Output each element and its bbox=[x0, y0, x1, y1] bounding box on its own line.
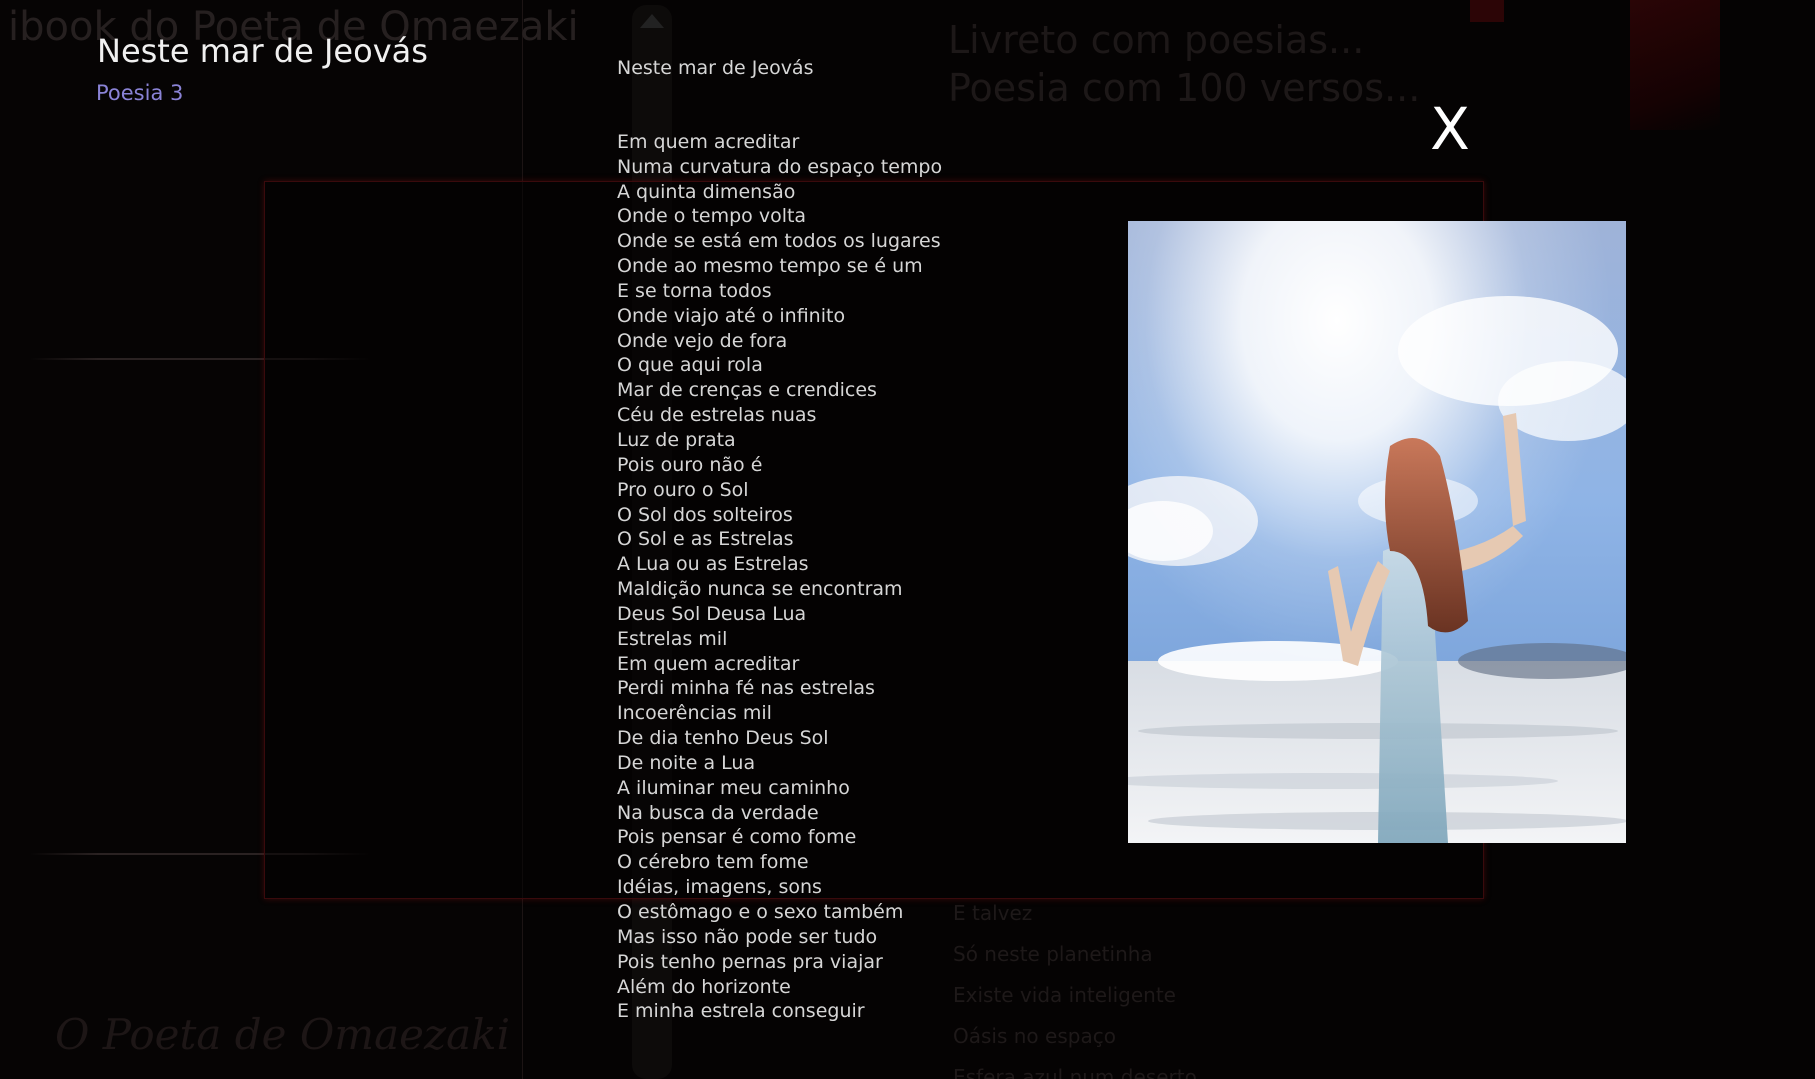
poem-line: Mas isso não pode ser tudo bbox=[617, 925, 878, 948]
page-title: Neste mar de Jeovás bbox=[97, 32, 428, 70]
scroll-up-arrow-icon bbox=[640, 14, 664, 28]
close-button[interactable]: X bbox=[1422, 98, 1478, 160]
poem-line: Deus Sol Deusa Lua bbox=[617, 602, 807, 625]
poem-line: Onde viajo até o infinito bbox=[617, 304, 846, 327]
poem-line: O cérebro tem fome bbox=[617, 851, 809, 874]
background-verse: Esfera azul num deserto bbox=[953, 1065, 1197, 1079]
poem-heading: Neste mar de Jeovás bbox=[617, 57, 814, 79]
poem-line: Perdi minha fé nas estrelas bbox=[617, 677, 875, 700]
poem-lines: Em quem acreditar Numa curvatura do espa… bbox=[617, 130, 1037, 1024]
poem-line: Onde ao mesmo tempo se é um bbox=[617, 255, 923, 278]
poem-line: De noite a Lua bbox=[617, 751, 756, 774]
poem-line: A quinta dimensão bbox=[617, 180, 796, 203]
poem-line: Onde vejo de fora bbox=[617, 329, 788, 352]
poem-line: Idéias, imagens, sons bbox=[617, 876, 822, 899]
poem-line: Em quem acreditar bbox=[617, 130, 800, 153]
poem-line: E se torna todos bbox=[617, 279, 772, 302]
poem-number-label: Poesia 3 bbox=[96, 81, 184, 105]
poem-line: O Sol e as Estrelas bbox=[617, 528, 794, 551]
background-red-artwork bbox=[1470, 0, 1504, 22]
poem-line: Além do horizonte bbox=[617, 975, 791, 998]
background-signature: O Poeta de Omaezaki bbox=[55, 1010, 511, 1059]
poem-line: Incoerências mil bbox=[617, 702, 772, 725]
poem-line: Na busca da verdade bbox=[617, 801, 819, 824]
poem-line: Céu de estrelas nuas bbox=[617, 404, 817, 427]
poem-line: A Lua ou as Estrelas bbox=[617, 553, 809, 576]
poem-line: A iluminar meu caminho bbox=[617, 776, 850, 799]
background-red-artwork bbox=[1630, 0, 1720, 130]
poem-line: Maldição nunca se encontram bbox=[617, 578, 903, 601]
poem-line: Estrelas mil bbox=[617, 627, 728, 650]
poem-line: Pro ouro o Sol bbox=[617, 478, 749, 501]
poem-line: Numa curvatura do espaço tempo bbox=[617, 155, 943, 178]
poem-line: O estômago e o sexo também bbox=[617, 901, 904, 923]
poem-line: Pois tenho pernas pra viajar bbox=[617, 950, 883, 973]
poem-illustration bbox=[1128, 221, 1626, 843]
poem-line: Pois pensar é como fome bbox=[617, 826, 857, 849]
poem-line: Luz de prata bbox=[617, 428, 736, 451]
poem-line: Em quem acreditar bbox=[617, 652, 800, 675]
poem-line: Onde o tempo volta bbox=[617, 205, 807, 228]
poem-line: O que aqui rola bbox=[617, 354, 763, 377]
poem-line: O Sol dos solteiros bbox=[617, 503, 793, 526]
poem-body: Neste mar de Jeovás Em quem acreditar Nu… bbox=[617, 56, 1037, 1024]
poem-line: De dia tenho Deus Sol bbox=[617, 727, 829, 750]
poem-line: Onde se está em todos os lugares bbox=[617, 230, 941, 253]
poem-line: Pois ouro não é bbox=[617, 453, 763, 476]
poem-line: E minha estrela conseguir bbox=[617, 1000, 865, 1023]
poem-line: Mar de crenças e crendices bbox=[617, 379, 877, 402]
